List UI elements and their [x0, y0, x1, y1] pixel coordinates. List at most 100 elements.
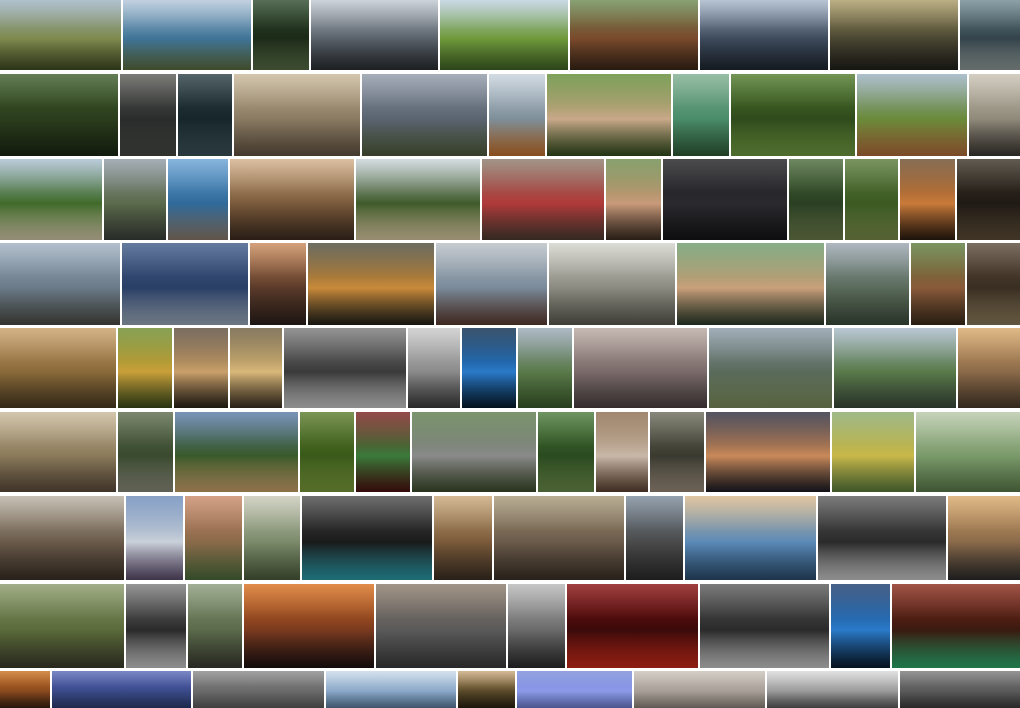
photo-mossy-forest-trunks[interactable]: [0, 74, 118, 156]
photo-narrow-village-street[interactable]: [494, 496, 624, 580]
photo-glowing-lights-person[interactable]: [831, 584, 890, 668]
photo-cathedral-vault-gold[interactable]: [230, 328, 282, 408]
photo-woman-glasses-portrait[interactable]: [677, 243, 824, 325]
photo-shell-stones[interactable]: [596, 412, 648, 492]
photo-old-buildings-street[interactable]: [0, 412, 116, 492]
photo-alley-houses-blue[interactable]: [626, 496, 683, 580]
photo-valley-cliffs[interactable]: [709, 328, 832, 408]
photo-grey-fog[interactable]: [193, 671, 324, 708]
photo-snowy-mountain-lake[interactable]: [700, 0, 828, 70]
photo-beach-sunset-person[interactable]: [969, 74, 1020, 156]
photo-narrow-lane-green[interactable]: [188, 584, 242, 668]
photo-blue-hazy-sky[interactable]: [517, 671, 632, 708]
photo-coastal-green-bay[interactable]: [673, 74, 729, 156]
photo-hikers-mountain-view[interactable]: [0, 496, 124, 580]
photo-sunset-city-buildings[interactable]: [308, 243, 434, 325]
photo-arched-corridor[interactable]: [126, 584, 186, 668]
photo-gothic-columns[interactable]: [174, 328, 228, 408]
photo-mountain-ridge-valley[interactable]: [826, 243, 909, 325]
photo-beach-forest-shore[interactable]: [356, 159, 480, 240]
tile-highlight: [845, 159, 898, 194]
photo-flowers-alley[interactable]: [185, 496, 242, 580]
photo-person-misty-woods[interactable]: [120, 74, 176, 156]
photo-people-sunset-shore[interactable]: [948, 496, 1020, 580]
photo-cliff-coastline[interactable]: [104, 159, 166, 240]
photo-sunset-dunes[interactable]: [958, 328, 1020, 408]
photo-cafe-window[interactable]: [250, 243, 306, 325]
photo-green-field-cows[interactable]: [440, 0, 568, 70]
photo-red-cave-lanterns[interactable]: [892, 584, 1020, 668]
photo-blue-jellyfish[interactable]: [462, 328, 516, 408]
photo-cathedral-ceiling-warm[interactable]: [0, 328, 116, 408]
photo-grey-rock-texture[interactable]: [900, 671, 1020, 708]
photo-sheep-flock-field[interactable]: [234, 74, 360, 156]
photo-power-lines-sky[interactable]: [122, 243, 248, 325]
photo-green-mountain-valley[interactable]: [518, 328, 572, 408]
photo-rocky-sea-cliff[interactable]: [168, 159, 228, 240]
photo-night-street-lights[interactable]: [818, 496, 946, 580]
photo-mountain-marsh[interactable]: [436, 243, 547, 325]
photo-cumulus-clouds-sea[interactable]: [685, 496, 816, 580]
photo-starry-night-sky[interactable]: [663, 159, 787, 240]
photo-red-lamp-night[interactable]: [567, 584, 698, 668]
photo-clock-tower-street[interactable]: [434, 496, 492, 580]
photo-green-tiled-wall[interactable]: [832, 412, 914, 492]
photo-vault-ceiling-bw[interactable]: [284, 328, 406, 408]
photo-tall-pine-trees[interactable]: [178, 74, 232, 156]
photo-dark-wall-pool[interactable]: [302, 496, 432, 580]
photo-dark-interior-person[interactable]: [957, 159, 1020, 240]
photo-woman-eyes-closed[interactable]: [508, 584, 565, 668]
photo-rainbow-stone-wall[interactable]: [0, 243, 120, 325]
photo-hazy-mountains[interactable]: [574, 328, 707, 408]
photo-waterfall-rocks[interactable]: [118, 412, 173, 492]
photo-leaf-red-background[interactable]: [356, 412, 410, 492]
photo-room-window-laptop[interactable]: [549, 243, 675, 325]
photo-hillside-path[interactable]: [857, 74, 967, 156]
photo-misty-mountains[interactable]: [326, 671, 456, 708]
photo-camping-tents[interactable]: [175, 412, 298, 492]
photo-jungle-hut[interactable]: [731, 74, 855, 156]
photo-friends-in-garden[interactable]: [547, 74, 671, 156]
photo-storm-clouds-sunbeam[interactable]: [830, 0, 958, 70]
photo-woman-smiling-coast[interactable]: [230, 159, 354, 240]
photo-foggy-hills[interactable]: [634, 671, 765, 708]
photo-plaza-tree-cafe[interactable]: [0, 584, 124, 668]
photo-green-bush[interactable]: [300, 412, 354, 492]
photo-canyon-river[interactable]: [244, 496, 300, 580]
photo-bamboo-grove[interactable]: [845, 159, 898, 240]
tile-highlight: [911, 243, 965, 278]
photo-green-foliage-path[interactable]: [538, 412, 594, 492]
photo-cloudy-plain-horizon[interactable]: [362, 74, 487, 156]
photo-giant-redwood-tree[interactable]: [570, 0, 698, 70]
photo-pale-green-road[interactable]: [916, 412, 1020, 492]
tile-highlight: [0, 496, 124, 532]
photo-profile-bokeh[interactable]: [706, 412, 830, 492]
photo-stained-glass-green[interactable]: [118, 328, 172, 408]
photo-wooden-bridge[interactable]: [967, 243, 1020, 325]
photo-snow-mountain-bw[interactable]: [767, 671, 898, 708]
photo-green-dunes-beach[interactable]: [0, 159, 102, 240]
tile-highlight: [250, 243, 306, 278]
photo-festival-tents-smoke[interactable]: [412, 412, 536, 492]
photo-flower-dark-crowd[interactable]: [700, 584, 829, 668]
photo-doorway-light[interactable]: [458, 671, 515, 708]
photo-smoke-campfire[interactable]: [650, 412, 704, 492]
photo-stone-monument-meadow[interactable]: [0, 0, 121, 70]
photo-woman-portrait-green[interactable]: [606, 159, 661, 240]
photo-orange-dusk-thumb[interactable]: [0, 671, 50, 708]
photo-mossy-tree-trunk[interactable]: [911, 243, 965, 325]
photo-dome-building-sky[interactable]: [408, 328, 460, 408]
photo-city-coast-aerial[interactable]: [376, 584, 506, 668]
photo-red-scarf-portrait[interactable]: [482, 159, 604, 240]
photo-forest-trail[interactable]: [789, 159, 843, 240]
photo-mountain-chalet[interactable]: [834, 328, 956, 408]
photo-forest-road[interactable]: [253, 0, 309, 70]
photo-snowy-peak-valley[interactable]: [126, 496, 183, 580]
photo-coast-cliff-dusk[interactable]: [311, 0, 438, 70]
photo-river-rocks-seal[interactable]: [960, 0, 1020, 70]
photo-orange-sunset-coast[interactable]: [244, 584, 374, 668]
photo-snow-peaks-autumn[interactable]: [489, 74, 545, 156]
photo-blue-mountains-dusk[interactable]: [52, 671, 191, 708]
photo-lake-view-town[interactable]: [123, 0, 251, 70]
photo-plated-dessert[interactable]: [900, 159, 955, 240]
